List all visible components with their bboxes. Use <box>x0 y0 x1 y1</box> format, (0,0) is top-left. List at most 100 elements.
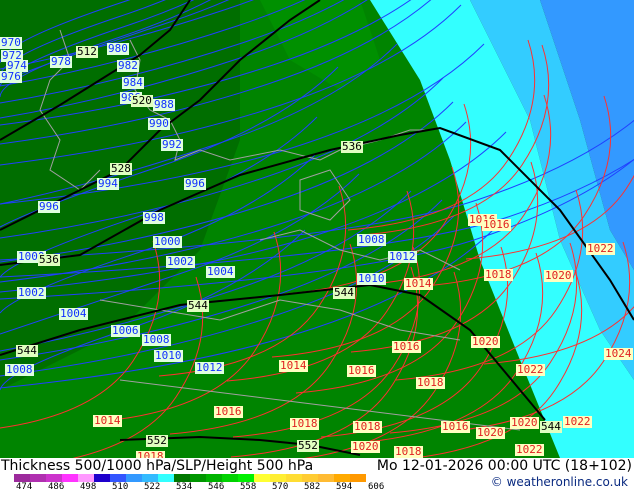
slp-label: 1008 <box>357 233 386 246</box>
slp-label: 998 <box>143 211 165 224</box>
slp-label: 988 <box>153 98 175 111</box>
legend-swatch <box>350 474 366 482</box>
slp-label: 1020 <box>476 426 505 439</box>
legend-tick: 582 <box>304 482 321 492</box>
legend-swatch <box>286 474 302 482</box>
slp-label: 1004 <box>206 265 235 278</box>
slp-label: 1018 <box>353 420 382 433</box>
height-label: 552 <box>146 434 168 447</box>
slp-label: 1010 <box>357 272 386 285</box>
legend-swatch <box>222 474 238 482</box>
legend-tick: 606 <box>368 482 385 492</box>
valid-datetime: Mo 12-01-2026 00:00 UTC (18+102) <box>376 458 632 474</box>
slp-label: 1008 <box>5 363 34 376</box>
legend-swatch <box>46 474 62 482</box>
slp-label: 976 <box>0 70 22 83</box>
slp-label: 1010 <box>154 349 183 362</box>
legend-swatch <box>110 474 126 482</box>
slp-label: 1022 <box>515 443 544 456</box>
slp-label: 980 <box>107 42 129 55</box>
color-legend-ticks: 474 486 498 510 522 534 546 558 570 582 594 606 <box>16 482 400 492</box>
height-label: 512 <box>76 45 98 58</box>
legend-tick: 498 <box>80 482 97 492</box>
slp-label: 1022 <box>563 415 592 428</box>
slp-label: 982 <box>117 59 139 72</box>
slp-label: 1016 <box>214 405 243 418</box>
slp-label: 996 <box>184 177 206 190</box>
legend-swatch <box>78 474 94 482</box>
legend-swatch <box>302 474 318 482</box>
legend-tick: 546 <box>208 482 225 492</box>
slp-label: 1012 <box>195 361 224 374</box>
slp-label: 1014 <box>93 414 122 427</box>
slp-label: 1020 <box>471 335 500 348</box>
legend-swatch <box>94 474 110 482</box>
slp-label: 1024 <box>604 347 633 360</box>
legend-swatch <box>62 474 78 482</box>
slp-label: 1020 <box>510 416 539 429</box>
legend-swatch <box>190 474 206 482</box>
slp-label: 1014 <box>279 359 308 372</box>
legend-tick: 474 <box>16 482 33 492</box>
height-label: 544 <box>187 299 209 312</box>
legend-tick: 594 <box>336 482 353 492</box>
legend-swatch <box>126 474 142 482</box>
height-label: 544 <box>333 286 355 299</box>
slp-label: 1000 <box>153 235 182 248</box>
height-label: 528 <box>110 162 132 175</box>
height-label: 536 <box>341 140 363 153</box>
slp-label: 1022 <box>586 242 615 255</box>
slp-label: 994 <box>97 177 119 190</box>
slp-label: 978 <box>50 55 72 68</box>
slp-label: 996 <box>38 200 60 213</box>
legend-tick: 570 <box>272 482 289 492</box>
slp-label: 1008 <box>142 333 171 346</box>
credit-link[interactable]: © weatheronline.co.uk <box>491 475 628 489</box>
map-title: Thickness 500/1000 hPa/SLP/Height 500 hP… <box>1 458 314 474</box>
height-label: 544 <box>16 344 38 357</box>
slp-label: 1018 <box>484 268 513 281</box>
legend-tick: 486 <box>48 482 65 492</box>
slp-label: 1006 <box>111 324 140 337</box>
height-label: 520 <box>131 94 153 107</box>
slp-label: 1002 <box>17 286 46 299</box>
legend-swatch <box>318 474 334 482</box>
slp-label: 1012 <box>388 250 417 263</box>
slp-label: 1016 <box>482 218 511 231</box>
legend-swatch <box>334 474 350 482</box>
slp-label: 992 <box>161 138 183 151</box>
slp-label: 1014 <box>404 277 433 290</box>
slp-label: 1018 <box>394 445 423 458</box>
slp-label: 1018 <box>416 376 445 389</box>
legend-tick: 558 <box>240 482 257 492</box>
height-label: 552 <box>297 439 319 452</box>
slp-label: 970 <box>0 36 22 49</box>
slp-label: 1020 <box>351 440 380 453</box>
footer: Thickness 500/1000 hPa/SLP/Height 500 hP… <box>0 458 634 492</box>
legend-swatch <box>238 474 254 482</box>
height-label: 536 <box>38 253 60 266</box>
slp-label: 1018 <box>290 417 319 430</box>
height-label: 544 <box>540 420 562 433</box>
slp-label: 984 <box>122 76 144 89</box>
weather-map <box>0 0 634 458</box>
slp-label: 1016 <box>347 364 376 377</box>
legend-swatch <box>158 474 174 482</box>
slp-label: 1004 <box>59 307 88 320</box>
legend-swatch <box>254 474 270 482</box>
slp-label: 1016 <box>392 340 421 353</box>
legend-swatch <box>14 474 30 482</box>
legend-tick: 510 <box>112 482 129 492</box>
legend-tick: 522 <box>144 482 161 492</box>
slp-label: 990 <box>148 117 170 130</box>
legend-swatch <box>142 474 158 482</box>
legend-tick: 534 <box>176 482 193 492</box>
legend-swatch <box>206 474 222 482</box>
legend-swatch <box>270 474 286 482</box>
slp-label: 1002 <box>166 255 195 268</box>
legend-swatch <box>30 474 46 482</box>
slp-label: 1020 <box>544 269 573 282</box>
slp-label: 1016 <box>441 420 470 433</box>
legend-swatch <box>174 474 190 482</box>
slp-label: 1022 <box>516 363 545 376</box>
